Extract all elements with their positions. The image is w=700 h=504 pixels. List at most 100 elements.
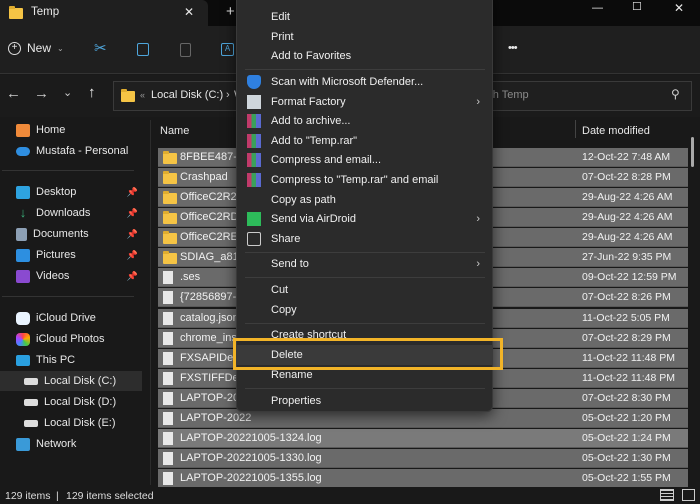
menu-item-share[interactable]: Share <box>237 229 492 249</box>
menu-item-print[interactable]: Print <box>237 27 492 47</box>
menu-item-properties[interactable]: Properties <box>237 391 492 411</box>
breadcrumb-local-disk[interactable]: Local Disk (C:) <box>151 89 223 101</box>
file-icon <box>163 391 173 405</box>
download-icon: ↓ <box>19 204 27 220</box>
file-date: 07-Oct-22 8:26 PM <box>582 291 671 304</box>
file-date: 07-Oct-22 8:30 PM <box>582 391 671 404</box>
menu-item-compress-to-temp-rar-and-email[interactable]: Compress to "Temp.rar" and email <box>237 170 492 190</box>
column-divider[interactable] <box>575 120 576 138</box>
maximize-button[interactable]: ☐ <box>632 0 642 13</box>
menu-item-label: Edit <box>271 11 290 23</box>
recent-chevron-icon[interactable]: ⌄ <box>63 86 72 99</box>
pin-icon[interactable]: 📌 <box>127 250 138 261</box>
pin-icon[interactable]: 📌 <box>127 271 138 282</box>
more-options-button[interactable]: ••• <box>508 42 518 54</box>
file-name: LAPTOP-20221005-1324.log <box>180 431 322 444</box>
sidebar-label: This PC <box>36 354 76 366</box>
search-icon: ⚲ <box>671 87 680 101</box>
menu-item-send-via-airdroid[interactable]: Send via AirDroid › <box>237 209 492 229</box>
drive-icon <box>24 398 38 406</box>
sidebar-item-videos[interactable]: Videos 📌 <box>0 266 142 286</box>
menu-item-add-to-temp-rar[interactable]: Add to "Temp.rar" <box>237 131 492 151</box>
menu-item-format-factory[interactable]: Format Factory › <box>237 92 492 112</box>
sidebar-item-local-disk-d[interactable]: Local Disk (D:) <box>0 392 142 412</box>
menu-item-compress-and-email[interactable]: Compress and email... <box>237 150 492 170</box>
sidebar-item-network[interactable]: Network <box>0 434 142 454</box>
search-box[interactable]: Search Temp ⚲ <box>464 81 692 111</box>
file-date: 11-Oct-22 5:05 PM <box>582 311 670 324</box>
file-icon <box>163 411 173 425</box>
sidebar-item-local-disk-e[interactable]: Local Disk (E:) <box>0 413 142 433</box>
menu-item-edit[interactable]: Edit <box>237 7 492 27</box>
details-view-icon[interactable] <box>660 489 674 501</box>
minimize-button[interactable]: — <box>592 2 603 14</box>
tab-temp[interactable]: Temp ✕ <box>0 0 208 26</box>
file-row[interactable]: LAPTOP-20221005-1330.log 05-Oct-22 1:30 P… <box>158 449 688 469</box>
divider <box>2 170 134 171</box>
sidebar-item-downloads[interactable]: ↓ Downloads 📌 <box>0 203 142 223</box>
cut-icon[interactable]: ✂ <box>94 39 107 57</box>
scrollbar-thumb[interactable] <box>691 137 694 167</box>
folder-icon <box>163 151 177 164</box>
rename-icon[interactable]: A <box>221 43 234 56</box>
airdroid-icon <box>247 212 261 226</box>
sidebar-item-local-disk-c[interactable]: Local Disk (C:) <box>0 371 142 391</box>
close-window-button[interactable]: ✕ <box>674 1 684 15</box>
menu-item-copy-as-path[interactable]: Copy as path <box>237 190 492 210</box>
menu-item-add-to-favorites[interactable]: Add to Favorites <box>237 46 492 66</box>
file-name: LAPTOP-20221005-1355.log <box>180 472 322 485</box>
menu-separator <box>245 69 485 70</box>
folder-icon <box>163 211 177 225</box>
sidebar-item-onedrive[interactable]: Mustafa - Personal <box>0 141 142 161</box>
new-button[interactable]: + New ⌄ <box>8 41 64 55</box>
desktop-icon <box>16 185 30 199</box>
winrar-icon <box>247 134 261 148</box>
file-icon <box>163 351 173 365</box>
forward-icon[interactable]: → <box>34 85 49 102</box>
column-header-name[interactable]: Name <box>160 125 189 137</box>
column-header-date-modified[interactable]: Date modified <box>582 125 650 137</box>
file-icon <box>163 271 173 285</box>
back-icon[interactable]: ← <box>6 85 21 102</box>
menu-separator <box>245 323 485 324</box>
sidebar-item-desktop[interactable]: Desktop 📌 <box>0 182 142 202</box>
copy-icon[interactable] <box>137 43 149 56</box>
folder-icon <box>163 191 177 205</box>
close-tab-button[interactable]: ✕ <box>184 5 194 19</box>
sidebar-label: Local Disk (E:) <box>44 417 116 429</box>
status-separator: | <box>56 490 59 502</box>
sidebar-item-pictures[interactable]: Pictures 📌 <box>0 245 142 265</box>
file-date: 12-Oct-22 7:48 AM <box>582 151 671 163</box>
sidebar-item-icloud-photos[interactable]: iCloud Photos <box>0 329 142 349</box>
menu-item-send-to[interactable]: Send to › <box>237 254 492 274</box>
menu-item-label: Copy as path <box>271 194 336 206</box>
up-icon[interactable]: ↑ <box>88 84 96 101</box>
sidebar-item-home[interactable]: Home <box>0 120 142 140</box>
item-count: 129 items <box>5 490 51 502</box>
menu-item-label: Properties <box>271 395 322 407</box>
menu-item-add-to-archive[interactable]: Add to archive... <box>237 111 492 131</box>
file-date: 07-Oct-22 8:29 PM <box>582 331 671 344</box>
menu-item-scan-with-microsoft-defender[interactable]: Scan with Microsoft Defender... <box>237 72 492 92</box>
sidebar-item-icloud-drive[interactable]: iCloud Drive <box>0 308 142 328</box>
pin-icon[interactable]: 📌 <box>127 208 138 219</box>
menu-item-copy[interactable]: Copy <box>237 300 492 320</box>
tiles-view-icon[interactable] <box>682 489 695 501</box>
folder-icon <box>163 251 177 265</box>
file-row[interactable]: LAPTOP-20221005-1355.log 05-Oct-22 1:55 P… <box>158 469 688 489</box>
sidebar-item-documents[interactable]: Documents 📌 <box>0 224 142 244</box>
file-row[interactable]: LAPTOP-20221005-1324.log 05-Oct-22 1:24 P… <box>158 428 688 448</box>
menu-item-cut[interactable]: Cut <box>237 280 492 300</box>
pin-icon[interactable]: 📌 <box>127 229 138 240</box>
path-overflow[interactable]: « <box>140 90 145 100</box>
navigation-pane: Home Mustafa - Personal Desktop 📌 ↓ Downlo… <box>0 117 150 487</box>
new-tab-button[interactable]: + <box>226 3 235 20</box>
format-factory-icon <box>247 95 261 109</box>
sidebar-label: Home <box>36 124 66 136</box>
sidebar-item-this-pc[interactable]: This PC <box>0 350 142 370</box>
pin-icon[interactable]: 📌 <box>127 187 138 198</box>
icloud-icon <box>16 311 30 325</box>
file-name: .ses <box>180 271 201 284</box>
paste-icon[interactable] <box>180 43 191 57</box>
file-date: 11-Oct-22 11:48 PM <box>582 351 675 364</box>
